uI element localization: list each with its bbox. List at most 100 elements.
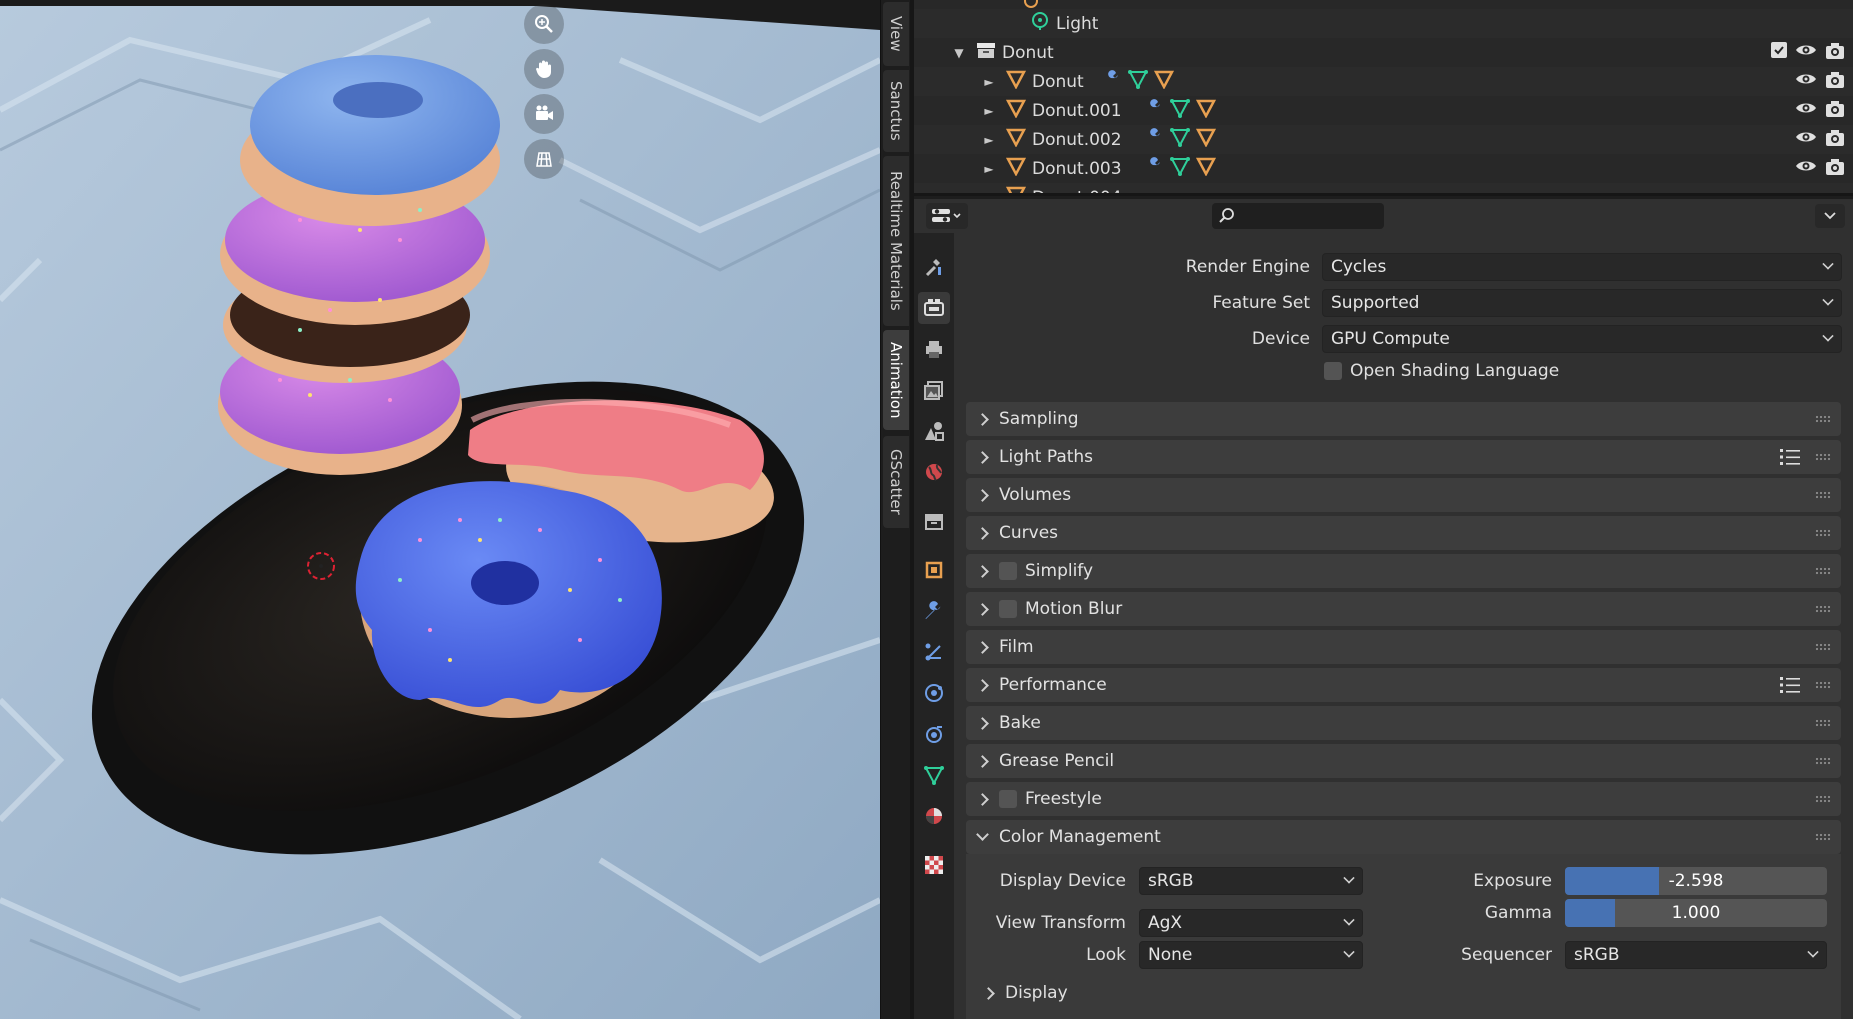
texture-tab[interactable] [918, 849, 950, 881]
ortho-grid-icon[interactable] [524, 139, 564, 179]
panel-volumes[interactable]: Volumes [966, 478, 1841, 512]
expand-triangle-icon[interactable]: ► [982, 191, 996, 194]
outliner-row-donut-002[interactable]: ► Donut.002 [914, 125, 1853, 154]
mesh-data-icon[interactable] [1169, 127, 1190, 152]
collapse-triangle-icon[interactable]: ▼ [952, 46, 966, 60]
outliner-row-donut-004[interactable]: ► Donut.004 [914, 183, 1853, 194]
outliner-row-donut-001[interactable]: ► Donut.001 [914, 96, 1853, 125]
eye-icon[interactable] [1795, 42, 1817, 65]
tab-sanctus[interactable]: Sanctus [883, 70, 909, 152]
camera-render-icon[interactable] [1825, 100, 1845, 123]
panel-curves[interactable]: Curves [966, 516, 1841, 550]
panel-color-management[interactable]: Color Management [966, 820, 1841, 854]
tab-animation[interactable]: Animation [883, 330, 909, 430]
drag-handle-icon[interactable] [1815, 491, 1831, 499]
tab-realtime-materials[interactable]: Realtime Materials [883, 156, 909, 326]
physics-tab[interactable] [918, 677, 950, 709]
outliner-row-donut-003[interactable]: ► Donut.003 [914, 154, 1853, 183]
panel-freestyle[interactable]: Freestyle [966, 782, 1841, 816]
mesh-data-icon[interactable] [1169, 98, 1190, 123]
mesh-data-icon[interactable] [1169, 156, 1190, 181]
zoom-icon[interactable] [524, 4, 564, 44]
drag-handle-icon[interactable] [1815, 795, 1831, 803]
world-tab[interactable] [918, 456, 950, 488]
drag-handle-icon[interactable] [1815, 757, 1831, 765]
panel-film[interactable]: Film [966, 630, 1841, 664]
render-tab[interactable] [918, 292, 950, 324]
object-tab[interactable] [918, 554, 950, 586]
scene-tab[interactable] [918, 415, 950, 447]
material-child-icon[interactable] [1195, 127, 1216, 152]
sequencer-select[interactable]: sRGB [1565, 941, 1827, 969]
panel-motion-blur[interactable]: Motion Blur [966, 592, 1841, 626]
modifier-wrench-icon[interactable] [1144, 127, 1164, 152]
drag-handle-icon[interactable] [1815, 415, 1831, 423]
drag-handle-icon[interactable] [1815, 833, 1831, 841]
drag-handle-icon[interactable] [1815, 453, 1831, 461]
view-layer-tab[interactable] [918, 374, 950, 406]
drag-handle-icon[interactable] [1815, 529, 1831, 537]
data-tab[interactable] [918, 759, 950, 791]
eye-icon[interactable] [1795, 71, 1817, 94]
osl-toggle[interactable]: Open Shading Language [1324, 361, 1559, 381]
tab-view[interactable]: View [883, 2, 909, 66]
motion-blur-checkbox[interactable] [999, 600, 1017, 618]
simplify-checkbox[interactable] [999, 562, 1017, 580]
3d-viewport[interactable] [0, 0, 880, 1019]
exclude-checkbox-icon[interactable] [1771, 42, 1787, 58]
subpanel-display[interactable]: Display [982, 983, 1068, 1003]
panel-grease-pencil[interactable]: Grease Pencil [966, 744, 1841, 778]
drag-handle-icon[interactable] [1815, 681, 1831, 689]
camera-view-icon[interactable] [524, 94, 564, 134]
outliner-row-donut-collection[interactable]: ▼ Donut [914, 38, 1853, 67]
expand-triangle-icon[interactable]: ► [982, 104, 996, 118]
drag-handle-icon[interactable] [1815, 719, 1831, 727]
exposure-slider[interactable]: -2.598 [1565, 867, 1827, 895]
drag-handle-icon[interactable] [1815, 567, 1831, 575]
particles-tab[interactable] [918, 636, 950, 668]
eye-icon[interactable] [1795, 100, 1817, 123]
properties-search-input[interactable] [1212, 203, 1384, 229]
gamma-slider[interactable]: 1.000 [1565, 899, 1827, 927]
modifiers-tab[interactable] [918, 595, 950, 627]
drag-handle-icon[interactable] [1815, 643, 1831, 651]
panel-bake[interactable]: Bake [966, 706, 1841, 740]
eye-icon[interactable] [1795, 158, 1817, 181]
feature-set-select[interactable]: Supported [1322, 289, 1842, 317]
tab-gscatter[interactable]: GScatter [883, 436, 909, 528]
material-child-icon[interactable] [1195, 156, 1216, 181]
options-dropdown-button[interactable] [1815, 204, 1845, 228]
material-child-icon[interactable] [1195, 98, 1216, 123]
editor-type-button[interactable] [926, 203, 968, 229]
panel-light-paths[interactable]: Light Paths [966, 440, 1841, 474]
expand-triangle-icon[interactable]: ► [982, 133, 996, 147]
outliner-row-donut[interactable]: ► Donut [914, 67, 1853, 96]
view-transform-select[interactable]: AgX [1139, 909, 1363, 937]
freestyle-checkbox[interactable] [999, 790, 1017, 808]
osl-checkbox[interactable] [1324, 362, 1342, 380]
modifier-wrench-icon[interactable] [1144, 98, 1164, 123]
drag-handle-icon[interactable] [1815, 605, 1831, 613]
outliner-row-light[interactable]: Light [914, 9, 1853, 38]
look-select[interactable]: None [1139, 941, 1363, 969]
panel-sampling[interactable]: Sampling [966, 402, 1841, 436]
material-tab[interactable] [918, 800, 950, 832]
material-child-icon[interactable] [1153, 69, 1174, 94]
tool-tab[interactable] [918, 250, 950, 282]
output-tab[interactable] [918, 333, 950, 365]
camera-render-icon[interactable] [1825, 158, 1845, 181]
camera-render-icon[interactable] [1825, 42, 1845, 65]
modifier-wrench-icon[interactable] [1144, 156, 1164, 181]
panel-performance[interactable]: Performance [966, 668, 1841, 702]
expand-triangle-icon[interactable]: ► [982, 75, 996, 89]
display-device-select[interactable]: sRGB [1139, 867, 1363, 895]
panel-simplify[interactable]: Simplify [966, 554, 1841, 588]
camera-render-icon[interactable] [1825, 129, 1845, 152]
constraints-tab[interactable] [918, 718, 950, 750]
expand-triangle-icon[interactable]: ► [982, 162, 996, 176]
render-engine-select[interactable]: Cycles [1322, 253, 1842, 281]
collection-tab[interactable] [918, 505, 950, 537]
mesh-data-icon[interactable] [1127, 69, 1148, 94]
presets-list-icon[interactable] [1779, 675, 1801, 700]
device-select[interactable]: GPU Compute [1322, 325, 1842, 353]
